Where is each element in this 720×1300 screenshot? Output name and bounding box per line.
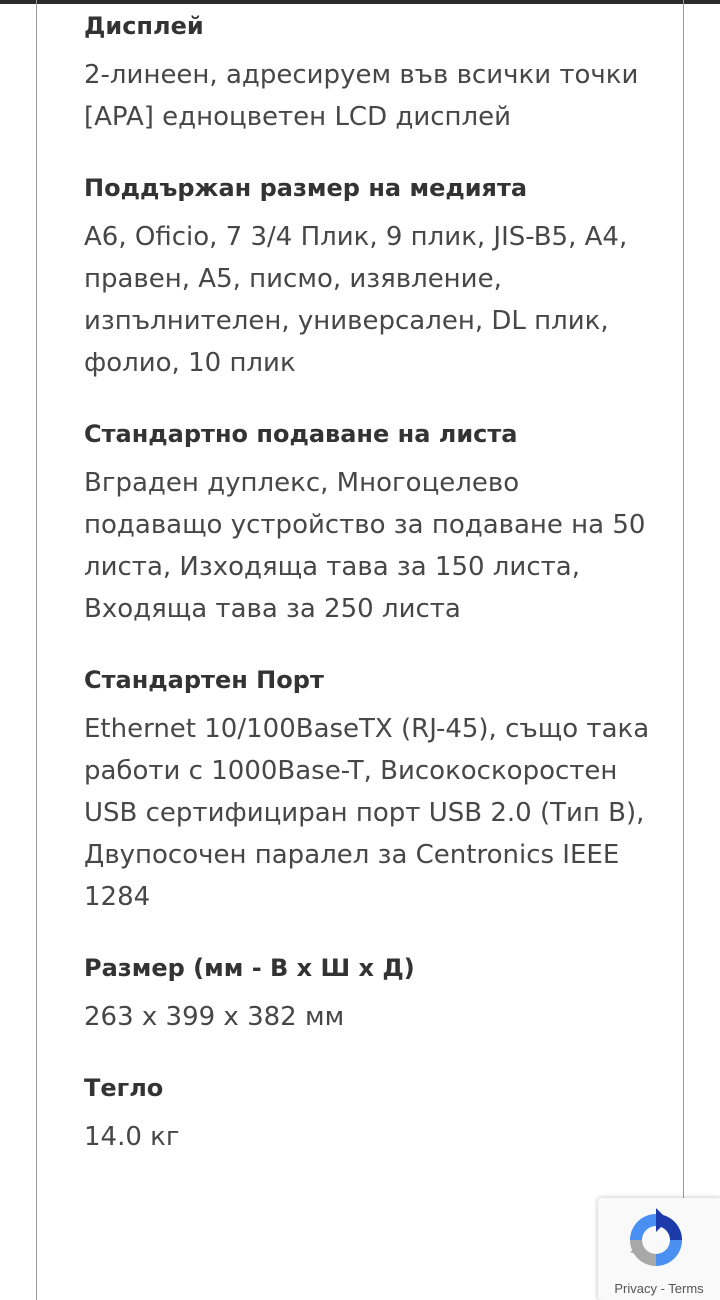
spec-paper-input: Стандартно подаване на листа Вграден дуп… [84, 418, 659, 630]
spec-weight: Тегло 14.0 кг [84, 1072, 659, 1158]
spec-title: Тегло [84, 1074, 164, 1102]
spec-title: Стандартно подаване на листа [84, 420, 518, 448]
spec-ports: Стандартен Порт Ethernet 10/100BaseTX (R… [84, 664, 659, 918]
spec-list: Дисплей 2-линеен, адресируем във всички … [84, 10, 659, 1158]
recaptcha-links: Privacy - Terms [598, 1281, 720, 1296]
privacy-link[interactable]: Privacy [614, 1281, 657, 1296]
spec-display: Дисплей 2-линеен, адресируем във всички … [84, 10, 659, 138]
spec-value: 2-линеен, адресируем във всички точки [A… [84, 60, 639, 132]
spec-media-size: Поддържан размер на медията A6, Oficio, … [84, 172, 659, 384]
spec-title: Дисплей [84, 12, 204, 40]
spec-dimensions: Размер (мм - В x Ш x Д) 263 x 399 x 382 … [84, 952, 659, 1038]
recaptcha-badge[interactable]: Privacy - Terms [598, 1198, 720, 1300]
spec-title: Стандартен Порт [84, 666, 324, 694]
spec-title: Размер (мм - В x Ш x Д) [84, 954, 415, 982]
spec-value: 263 x 399 x 382 мм [84, 1002, 345, 1032]
spec-value: 14.0 кг [84, 1122, 180, 1152]
recaptcha-icon [630, 1208, 682, 1266]
spec-value: Вграден дуплекс, Многоцелево подаващо ус… [84, 468, 646, 624]
terms-link[interactable]: Terms [668, 1281, 703, 1296]
spec-title: Поддържан размер на медията [84, 174, 528, 202]
link-separator: - [656, 1281, 669, 1296]
spec-value: Ethernet 10/100BaseTX (RJ-45), също така… [84, 714, 650, 912]
spec-card: Дисплей 2-линеен, адресируем във всички … [36, 0, 684, 1300]
spec-value: A6, Oficio, 7 3/4 Плик, 9 плик, JIS-B5, … [84, 222, 628, 378]
